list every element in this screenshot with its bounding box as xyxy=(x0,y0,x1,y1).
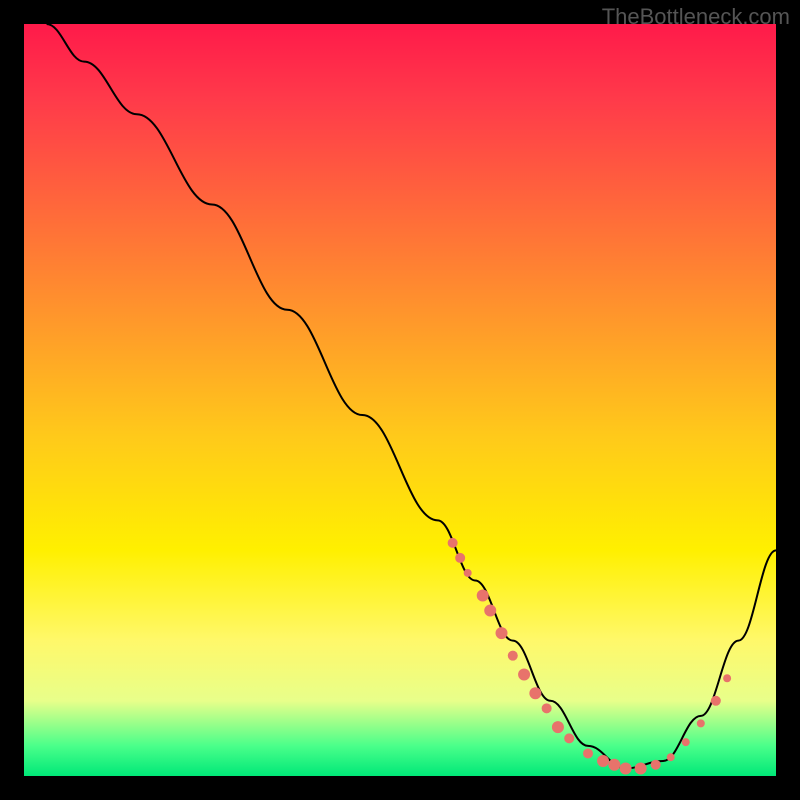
data-point xyxy=(564,733,574,743)
bottleneck-curve xyxy=(47,24,776,768)
data-point xyxy=(667,753,675,761)
data-point xyxy=(518,668,530,680)
data-point xyxy=(529,687,541,699)
data-points xyxy=(448,538,731,775)
data-point xyxy=(508,651,518,661)
data-point xyxy=(455,553,465,563)
data-point xyxy=(723,674,731,682)
data-point xyxy=(552,721,564,733)
data-point xyxy=(496,627,508,639)
plot-area xyxy=(24,24,776,776)
data-point xyxy=(464,569,472,577)
data-point xyxy=(697,719,705,727)
data-point xyxy=(620,762,632,774)
data-point xyxy=(608,759,620,771)
data-point xyxy=(597,755,609,767)
watermark-text: TheBottleneck.com xyxy=(602,4,790,30)
data-point xyxy=(484,605,496,617)
data-point xyxy=(711,696,721,706)
data-point xyxy=(635,762,647,774)
data-point xyxy=(448,538,458,548)
chart-svg xyxy=(24,24,776,776)
data-point xyxy=(583,748,593,758)
data-point xyxy=(542,703,552,713)
data-point xyxy=(682,738,690,746)
data-point xyxy=(651,760,661,770)
data-point xyxy=(477,590,489,602)
